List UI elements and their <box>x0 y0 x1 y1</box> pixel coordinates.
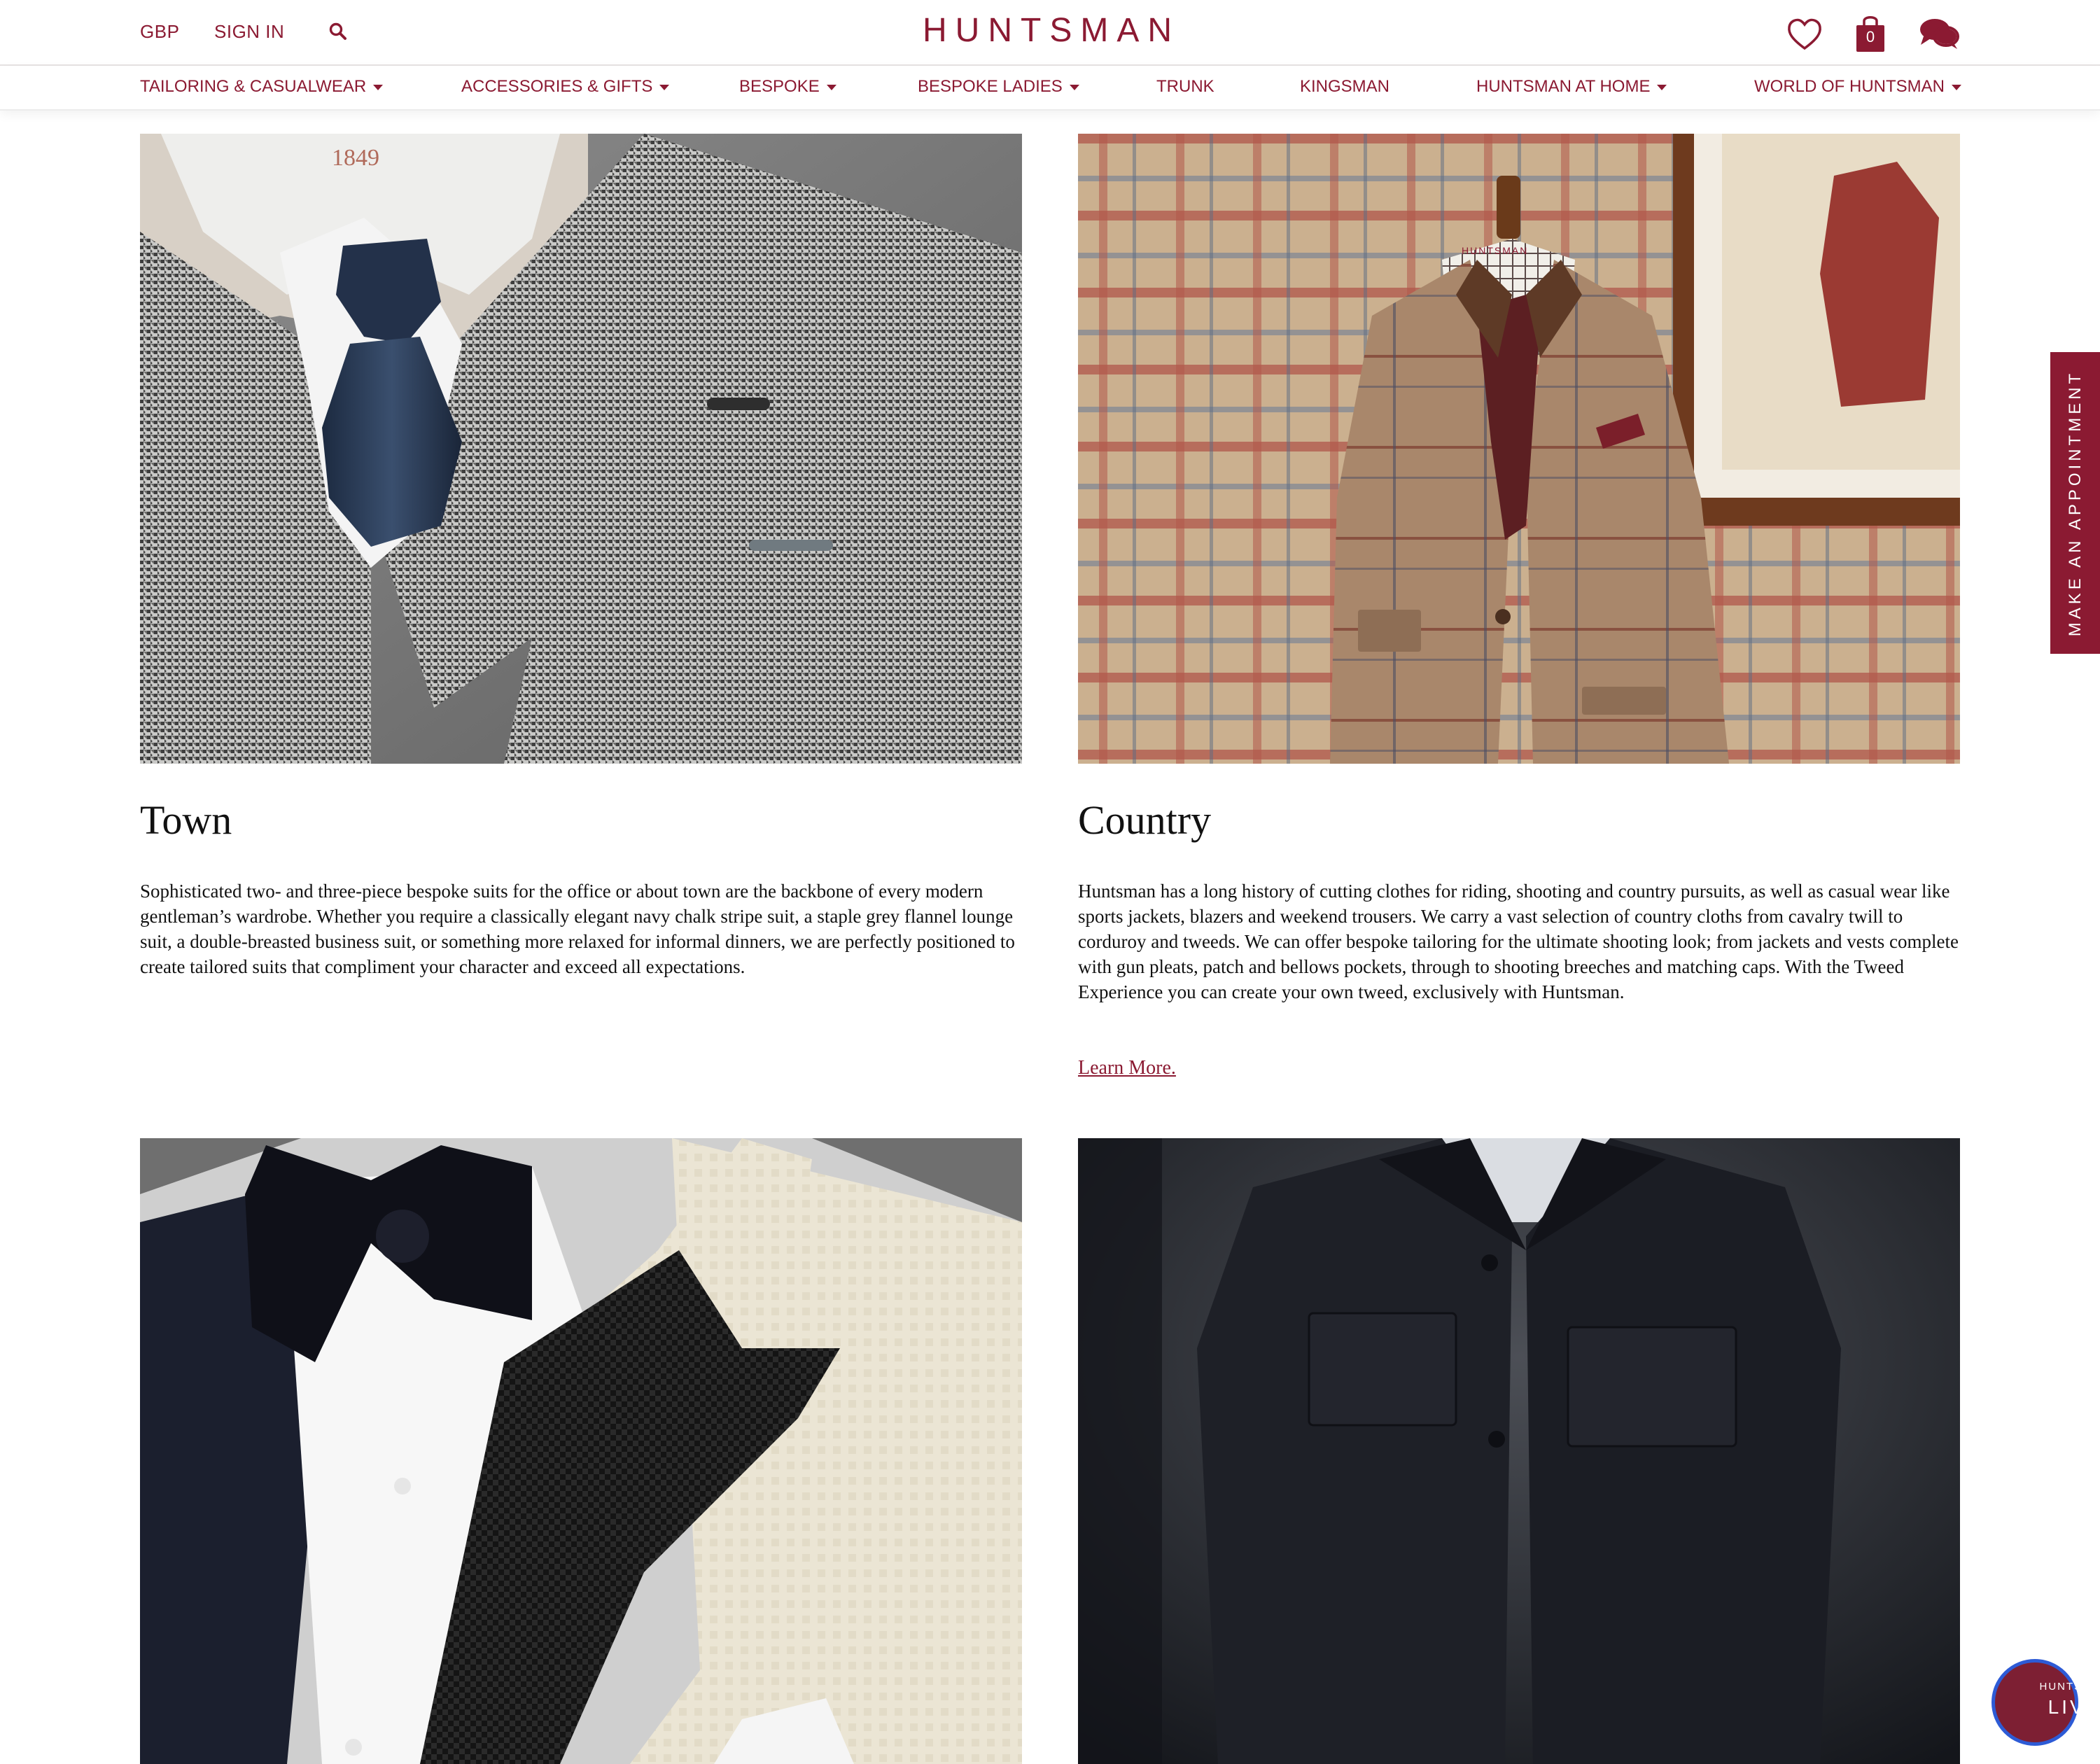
nav-world-of-huntsman[interactable]: WORLD OF HUNTSMAN <box>1754 77 1961 97</box>
nav-label: HUNTSMAN AT HOME <box>1476 77 1651 96</box>
huntsman-live-button[interactable]: HUNTSMAN LIVE <box>1991 1659 2100 1746</box>
mannequin-mark-text: 1849 <box>332 145 379 171</box>
currency-selector[interactable]: GBP <box>140 21 179 43</box>
shopping-bag-icon[interactable]: 0 <box>1854 14 1887 53</box>
caret-down-icon <box>1952 84 1961 90</box>
make-appointment-tab[interactable]: MAKE AN APPOINTMENT <box>2050 352 2100 654</box>
caret-down-icon <box>1657 84 1667 90</box>
chat-icon[interactable] <box>1918 15 1960 55</box>
huntsman-logo[interactable]: HUNTSMAN <box>923 11 1177 50</box>
cart-count: 0 <box>1865 28 1875 46</box>
nav-tailoring-casualwear[interactable]: TAILORING & CASUALWEAR <box>140 77 384 97</box>
nav-huntsman-at-home[interactable]: HUNTSMAN AT HOME <box>1476 77 1667 97</box>
search-icon[interactable] <box>329 22 347 44</box>
nav-bespoke[interactable]: BESPOKE <box>739 77 836 97</box>
evening-suit-image[interactable] <box>140 1138 1022 1764</box>
top-bar: GBP SIGN IN HUNTSMAN 0 <box>0 0 2100 66</box>
country-title: Country <box>1078 797 1212 843</box>
nav-label: TRUNK <box>1156 77 1214 96</box>
town-description: Sophisticated two- and three-piece bespo… <box>140 881 1015 977</box>
town-suit-image[interactable]: 1849 <box>140 134 1022 764</box>
make-appointment-label: MAKE AN APPOINTMENT <box>2065 370 2085 636</box>
nav-label: BESPOKE LADIES <box>918 77 1063 96</box>
nav-label: TAILORING & CASUALWEAR <box>140 77 367 96</box>
live-badge-label: LIVE <box>2047 1696 2100 1718</box>
learn-more-link[interactable]: Learn More. <box>1078 1057 1176 1079</box>
nav-accessories-gifts[interactable]: ACCESSORIES & GIFTS <box>461 77 670 97</box>
town-title: Town <box>140 797 232 843</box>
caret-down-icon <box>373 84 384 90</box>
nav-trunk[interactable]: TRUNK <box>1156 77 1214 97</box>
live-badge-brand: HUNTSMAN <box>2039 1681 2100 1693</box>
main-navigation: TAILORING & CASUALWEAR ACCESSORIES & GIF… <box>0 66 2100 111</box>
nav-kingsman[interactable]: KINGSMAN <box>1300 77 1390 97</box>
heart-icon[interactable] <box>1787 18 1822 55</box>
caret-down-icon <box>659 84 670 90</box>
nav-label: ACCESSORIES & GIFTS <box>461 77 653 96</box>
caret-down-icon <box>1069 84 1079 90</box>
nav-label: BESPOKE <box>739 77 820 96</box>
country-description: Huntsman has a long history of cutting c… <box>1078 881 1959 1002</box>
caret-down-icon <box>826 84 836 90</box>
sign-in-link[interactable]: SIGN IN <box>214 21 284 43</box>
country-suit-image[interactable]: HUNTSMAN <box>1078 134 1960 764</box>
casual-jacket-image[interactable] <box>1078 1138 1960 1764</box>
nav-label: WORLD OF HUNTSMAN <box>1754 77 1945 96</box>
nav-bespoke-ladies[interactable]: BESPOKE LADIES <box>918 77 1079 97</box>
mannequin-mark-text: HUNTSMAN <box>1462 245 1528 256</box>
nav-label: KINGSMAN <box>1300 77 1390 96</box>
